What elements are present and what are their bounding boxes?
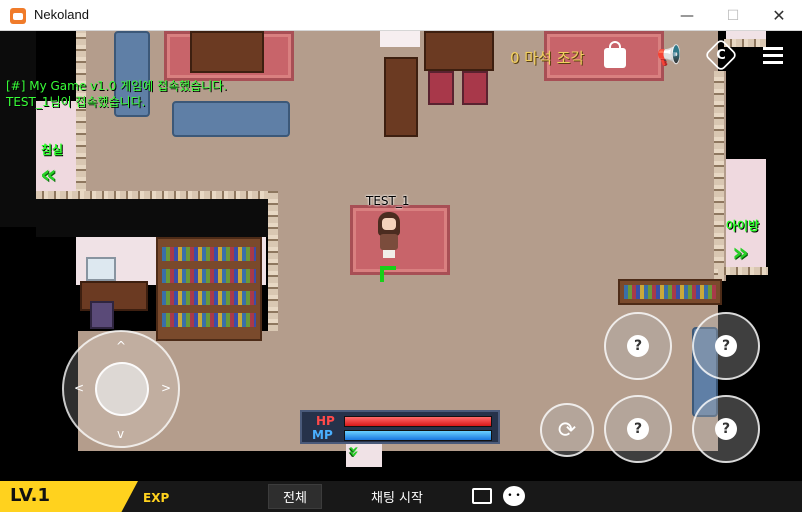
unknown-skill-icon: ? bbox=[715, 418, 737, 440]
level-text: LV.1 bbox=[10, 485, 50, 506]
joystick-right-icon: > bbox=[161, 381, 172, 395]
window-titlebar: Nekoland — ☐ ✕ bbox=[0, 0, 802, 31]
chat-tab-all[interactable]: 전체 bbox=[268, 484, 322, 509]
hp-label: HP bbox=[316, 414, 335, 428]
system-log: [#] My Game v1.0 게임에 접속했습니다. TEST_1님이 접속… bbox=[6, 78, 227, 110]
close-button[interactable]: ✕ bbox=[756, 0, 802, 31]
skill-button-3[interactable]: ? bbox=[604, 395, 672, 463]
system-message: [#] My Game v1.0 게임에 접속했습니다. bbox=[6, 79, 228, 93]
minimize-button[interactable]: — bbox=[664, 0, 710, 31]
dining-chair bbox=[428, 71, 454, 105]
maximize-button[interactable]: ☐ bbox=[710, 0, 756, 31]
chat-start-button[interactable]: 채팅 시작 bbox=[357, 484, 437, 509]
bookshelf-right bbox=[618, 279, 722, 305]
joystick-left-icon: < bbox=[74, 381, 85, 395]
bottom-bar: LV.1 EXP 전체 채팅 시작 • • bbox=[0, 481, 802, 512]
system-message: TEST_1님이 접속했습니다. bbox=[6, 95, 146, 109]
wall-trim bbox=[268, 191, 278, 331]
emoticon-icon[interactable]: • • bbox=[503, 486, 525, 506]
exit-down-chevron-icon[interactable]: » bbox=[343, 446, 364, 450]
room-label-kids-room: 아이방 bbox=[726, 219, 760, 233]
wall-trim bbox=[714, 71, 724, 281]
refresh-icon: ⟳ bbox=[557, 417, 577, 443]
wall-trim bbox=[718, 267, 768, 275]
player-name: TEST_1 bbox=[366, 194, 410, 208]
joystick-thumb[interactable] bbox=[95, 362, 149, 416]
dining-chair bbox=[462, 71, 488, 105]
bookshelf bbox=[156, 237, 262, 341]
status-bars: HP MP bbox=[300, 410, 500, 444]
bed-frame bbox=[190, 31, 264, 73]
exp-label: EXP bbox=[143, 491, 170, 505]
portal-left-chevron-icon[interactable]: « bbox=[40, 160, 57, 190]
player-character[interactable] bbox=[376, 212, 402, 258]
chat-bubble-icon[interactable] bbox=[472, 488, 492, 504]
unknown-skill-icon: ? bbox=[715, 335, 737, 357]
wall-trim bbox=[76, 31, 86, 201]
megaphone-icon[interactable]: 📢 bbox=[655, 41, 683, 69]
dark-area bbox=[36, 199, 268, 237]
joystick-up-icon: ^ bbox=[116, 339, 127, 353]
skill-button-1[interactable]: ? bbox=[604, 312, 672, 380]
mp-bar: MP bbox=[308, 428, 494, 442]
unknown-skill-icon: ? bbox=[627, 335, 649, 357]
mp-fill bbox=[345, 431, 491, 440]
hp-fill bbox=[345, 417, 491, 426]
menu-icon[interactable] bbox=[759, 41, 787, 69]
upper-door bbox=[380, 31, 420, 47]
unknown-skill-icon: ? bbox=[627, 418, 649, 440]
app-cat-icon bbox=[10, 8, 26, 24]
hp-bar: HP bbox=[308, 414, 494, 428]
window-title: Nekoland bbox=[34, 7, 89, 22]
side-cabinet bbox=[384, 57, 418, 137]
room-label-bedroom: 침실 bbox=[41, 143, 64, 157]
skill-button-4[interactable]: ? bbox=[692, 395, 760, 463]
dark-area bbox=[0, 31, 36, 227]
skill-button-2[interactable]: ? bbox=[692, 312, 760, 380]
computer-monitor bbox=[86, 257, 116, 281]
wall-trim bbox=[36, 191, 276, 199]
portal-right-chevron-icon[interactable]: » bbox=[732, 238, 749, 268]
switch-skill-button[interactable]: ⟳ bbox=[540, 403, 594, 457]
magic-shard-counter: 0 마석 조각 bbox=[510, 49, 585, 67]
dining-table bbox=[424, 31, 494, 71]
joystick-down-icon: v bbox=[117, 427, 125, 441]
shopping-bag-icon[interactable] bbox=[601, 41, 629, 69]
desk-chair bbox=[90, 301, 114, 329]
level-badge: LV.1 bbox=[0, 481, 138, 512]
mp-label: MP bbox=[312, 428, 333, 442]
destination-marker-icon bbox=[380, 266, 396, 282]
coin-icon[interactable]: C bbox=[704, 38, 738, 72]
